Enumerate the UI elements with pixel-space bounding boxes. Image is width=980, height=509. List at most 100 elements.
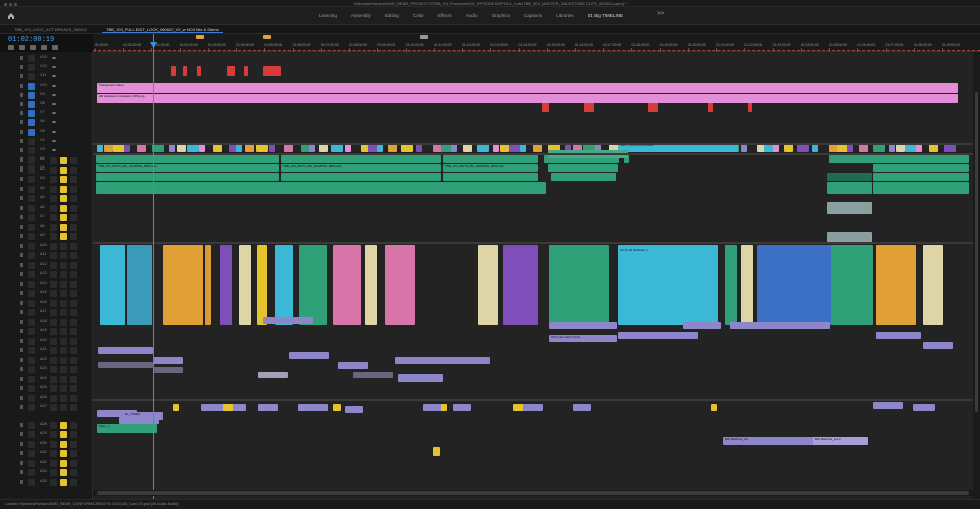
- music-audio-clip[interactable]: [725, 245, 737, 325]
- sfx-audio-clip[interactable]: [876, 332, 921, 339]
- lock-icon[interactable]: [20, 158, 23, 162]
- track-section-divider[interactable]: [93, 242, 973, 244]
- solo-toggle[interactable]: [60, 404, 67, 411]
- video-track-header[interactable]: V11: [0, 72, 93, 81]
- add-marker-icon[interactable]: [30, 45, 36, 50]
- audio-track-header[interactable]: A10: [0, 242, 93, 251]
- sfx-audio-clip[interactable]: [618, 332, 698, 339]
- lock-icon[interactable]: [20, 291, 23, 295]
- sfx-audio-clip[interactable]: [98, 347, 153, 354]
- sfx-audio-clip[interactable]: [923, 342, 953, 349]
- mute-toggle[interactable]: [50, 252, 57, 259]
- lock-icon[interactable]: [20, 129, 23, 134]
- voiceover-record-icon[interactable]: [70, 469, 77, 476]
- track-section-divider[interactable]: [93, 153, 973, 155]
- graphic-clip[interactable]: [263, 66, 281, 76]
- solo-toggle[interactable]: [60, 185, 67, 193]
- marker-audio-clip[interactable]: [441, 404, 447, 411]
- lock-icon[interactable]: [20, 205, 23, 210]
- lock-icon[interactable]: [20, 319, 23, 324]
- sequence-tab[interactable]: TBB_103_LOCK_ACT BREAKS_062022: [10, 26, 91, 33]
- workspace-tab[interactable]: Graphics: [485, 11, 517, 21]
- video-track-header[interactable]: V6: [0, 118, 93, 127]
- work-area-bar[interactable]: [93, 50, 980, 51]
- sfx-audio-clip[interactable]: SFX_New Tech Circle: [549, 335, 617, 342]
- lock-icon[interactable]: [20, 120, 23, 125]
- video-track-header[interactable]: V4: [0, 137, 93, 146]
- dialogue-audio-clip[interactable]: [96, 182, 546, 194]
- audio-track-header[interactable]: A23: [0, 365, 93, 374]
- lock-icon[interactable]: [20, 422, 23, 427]
- solo-toggle[interactable]: [60, 280, 67, 288]
- voiceover-record-icon[interactable]: [70, 176, 77, 183]
- track-target-toggle[interactable]: [28, 385, 35, 392]
- dialogue-audio-clip[interactable]: [281, 155, 441, 163]
- voiceover-record-icon[interactable]: [70, 195, 77, 202]
- audio-track-header[interactable]: A19: [0, 327, 93, 336]
- music-audio-clip[interactable]: [299, 245, 327, 325]
- lock-icon[interactable]: [20, 281, 23, 286]
- graphic-clip[interactable]: [171, 66, 176, 76]
- voiceover-record-icon[interactable]: [70, 478, 77, 486]
- mute-toggle[interactable]: [50, 385, 57, 392]
- solo-toggle[interactable]: [60, 271, 67, 278]
- voiceover-record-icon[interactable]: [70, 347, 77, 354]
- lock-icon[interactable]: [20, 405, 23, 409]
- voiceover-record-icon[interactable]: [70, 459, 77, 467]
- horizontal-scroll-thumb[interactable]: [97, 491, 969, 495]
- workspace-tab[interactable]: Audio: [459, 11, 485, 21]
- music-audio-clip[interactable]: [220, 245, 232, 325]
- solo-toggle[interactable]: [60, 176, 67, 183]
- solo-toggle[interactable]: [60, 261, 67, 269]
- lock-icon[interactable]: [20, 56, 23, 60]
- track-target-toggle[interactable]: [28, 204, 35, 212]
- music-audio-clip[interactable]: [618, 245, 718, 325]
- track-target-toggle[interactable]: [28, 119, 35, 127]
- lock-icon[interactable]: [20, 479, 23, 484]
- solo-toggle[interactable]: [60, 204, 67, 212]
- audio-track-header[interactable]: A2: [0, 166, 93, 175]
- voiceover-record-icon[interactable]: [70, 223, 77, 231]
- audio-track-header[interactable]: A12: [0, 261, 93, 270]
- adjustment-clip[interactable]: HR Heliocam & Academy 086.png: [97, 94, 958, 103]
- solo-toggle[interactable]: [60, 347, 67, 354]
- solo-toggle[interactable]: [60, 356, 67, 364]
- solo-toggle[interactable]: [60, 242, 67, 250]
- track-target-toggle[interactable]: [28, 347, 35, 354]
- transparent-video-clip[interactable]: Transparent Video: [97, 83, 958, 93]
- mute-toggle[interactable]: [50, 347, 57, 354]
- music-audio-clip[interactable]: [385, 245, 415, 325]
- voiceover-record-icon[interactable]: [70, 431, 77, 438]
- lock-icon[interactable]: [20, 348, 23, 352]
- dialogue-audio-clip[interactable]: [443, 155, 538, 163]
- solo-toggle[interactable]: [60, 214, 67, 221]
- sfx-audio-clip[interactable]: [289, 352, 329, 359]
- mute-toggle[interactable]: [50, 214, 57, 221]
- eye-icon[interactable]: [52, 112, 56, 115]
- solo-toggle[interactable]: [60, 252, 67, 259]
- voiceover-record-icon[interactable]: [70, 440, 77, 448]
- mute-toggle[interactable]: [50, 366, 57, 373]
- graphic-clip[interactable]: [197, 66, 201, 76]
- voiceover-record-icon[interactable]: [70, 385, 77, 392]
- mute-toggle[interactable]: [50, 337, 57, 345]
- lock-icon[interactable]: [20, 234, 23, 238]
- playhead-line[interactable]: [153, 34, 154, 499]
- audio-track-header[interactable]: A13: [0, 270, 93, 279]
- voiceover-record-icon[interactable]: [70, 157, 77, 164]
- audio-track-header[interactable]: A25: [0, 384, 93, 393]
- voiceover-record-icon[interactable]: [70, 375, 77, 383]
- mute-toggle[interactable]: [50, 195, 57, 202]
- video-track-header[interactable]: V13: [0, 54, 93, 63]
- lock-icon[interactable]: [20, 376, 23, 381]
- track-target-toggle[interactable]: [28, 252, 35, 259]
- audio-track-header[interactable]: A29: [0, 430, 93, 439]
- sequence-tab-active[interactable]: TBB_103_FULL EDIT_LOCK_060622_V2_w NO3 M…: [102, 26, 223, 33]
- track-target-toggle[interactable]: [28, 101, 35, 108]
- sfx-audio-clip[interactable]: [338, 362, 368, 369]
- mute-toggle[interactable]: [50, 450, 57, 457]
- track-target-toggle[interactable]: [28, 299, 35, 307]
- lock-icon[interactable]: [20, 470, 23, 474]
- dialogue-audio-clip[interactable]: [551, 173, 616, 181]
- lock-icon[interactable]: [20, 357, 23, 362]
